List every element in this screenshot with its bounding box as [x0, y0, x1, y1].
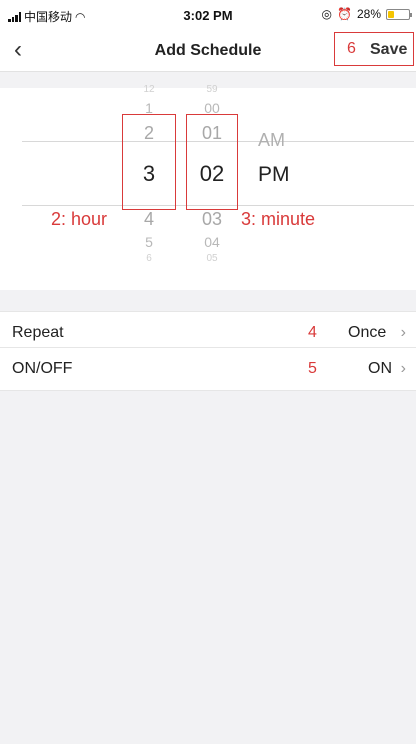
location-icon: ◎ — [321, 7, 333, 21]
am-option[interactable]: AM — [258, 130, 285, 151]
hour-option[interactable]: 6 — [122, 253, 176, 264]
repeat-value: Once — [348, 324, 387, 341]
alarm-icon: ⏰ — [337, 7, 352, 21]
onoff-row[interactable]: ON/OFF 5 ON › — [0, 347, 416, 391]
chevron-right-icon: › — [400, 360, 406, 377]
hour-annotation-label: 2: hour — [51, 209, 108, 229]
hour-option[interactable]: 5 — [122, 234, 176, 250]
hour-option[interactable]: 12 — [122, 84, 176, 95]
minute-annotation-box — [186, 114, 238, 210]
minute-option[interactable]: 59 — [186, 84, 238, 95]
minute-option[interactable]: 03 — [186, 209, 238, 230]
nav-bar: ‹ Add Schedule 6 Save — [0, 30, 416, 72]
minute-option[interactable]: 05 — [186, 253, 238, 264]
repeat-label: Repeat — [12, 324, 64, 341]
save-button[interactable]: Save — [370, 41, 407, 59]
status-bar: 中国移动 ◠ 3:02 PM ◎ ⏰ 28% — [0, 0, 416, 30]
onoff-value: ON — [368, 360, 392, 377]
onoff-label: ON/OFF — [12, 360, 73, 377]
battery-fill — [388, 10, 394, 18]
onoff-annotation-number: 5 — [308, 360, 317, 377]
minute-option[interactable]: 04 — [186, 234, 238, 250]
minute-annotation-label: 3: minute — [241, 209, 316, 229]
battery-percent: 28% — [356, 7, 381, 21]
hour-annotation-box — [122, 114, 176, 210]
status-right: ◎ ⏰ 28% — [321, 7, 412, 21]
time-picker[interactable]: 12 1 2 3 4 5 6 59 00 01 02 03 04 05 AM P… — [0, 84, 416, 290]
pm-selected[interactable]: PM — [258, 163, 290, 187]
hour-option[interactable]: 4 — [122, 209, 176, 230]
battery-icon — [386, 8, 412, 20]
repeat-annotation-number: 4 — [308, 324, 317, 341]
save-annotation-number: 6 — [347, 40, 356, 57]
chevron-right-icon: › — [400, 324, 406, 341]
